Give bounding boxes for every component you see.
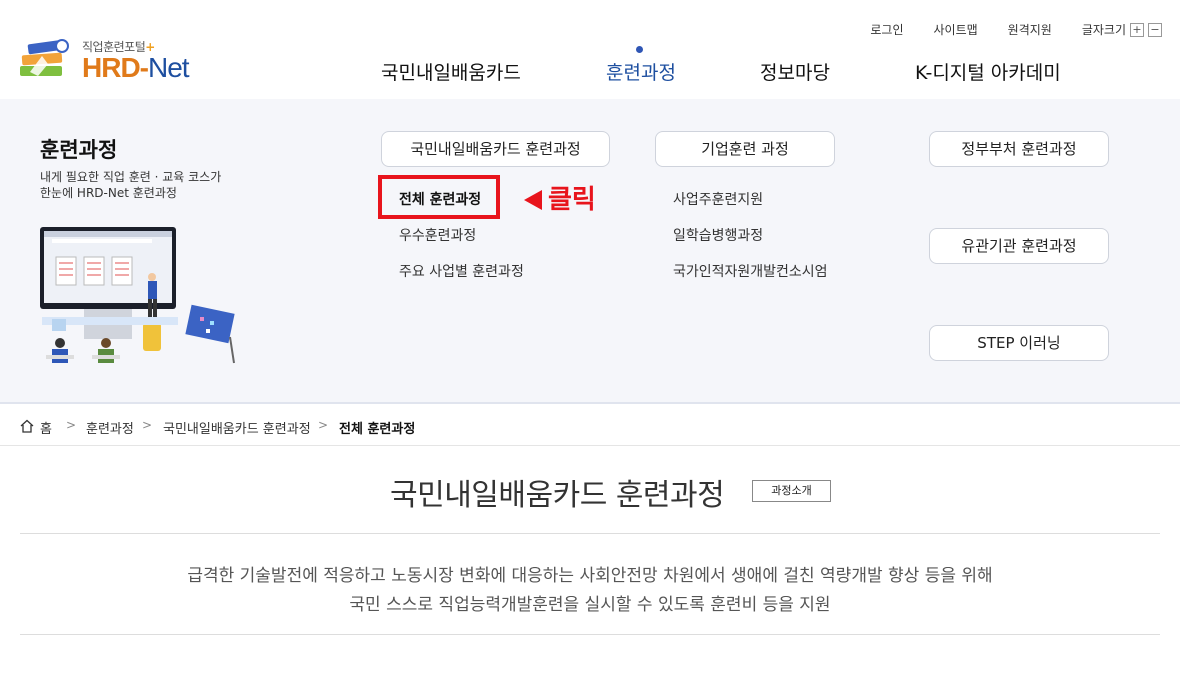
utility-menu: 로그인 사이트맵 원격지원 글자크기 + − <box>840 21 1162 38</box>
consortium-link[interactable]: 국가인적자원개발컨소시엄 <box>673 261 828 281</box>
government-course-button[interactable]: 정부부처 훈련과정 <box>929 131 1109 167</box>
breadcrumb-home[interactable]: 홈 <box>40 418 52 437</box>
mega-menu-title: 훈련과정 <box>40 138 118 162</box>
excellent-training-course-link[interactable]: 우수훈련과정 <box>399 225 476 245</box>
breadcrumb-training[interactable]: 훈련과정 <box>86 418 134 437</box>
training-mega-menu: 훈련과정 내게 필요한 직업 훈련 · 교육 코스가 한눈에 HRD-Net 훈… <box>0 99 1180 404</box>
click-annotation: 클릭 <box>548 185 596 215</box>
nav-naeil-card[interactable]: 국민내일배움카드 <box>381 58 521 85</box>
breadcrumb-naeil-card[interactable]: 국민내일배움카드 훈련과정 <box>163 418 311 437</box>
breadcrumb: 홈 > 훈련과정 > 국민내일배움카드 훈련과정 > 전체 훈련과정 <box>0 406 1180 446</box>
chevron-right-icon: > <box>66 418 77 432</box>
page-title: 국민내일배움카드 훈련과정 <box>390 478 725 513</box>
description-line-1: 급격한 기술발전에 적응하고 노동시장 변화에 대응하는 사회안전망 차원에서 … <box>187 566 993 586</box>
highlight-box <box>378 175 500 219</box>
remote-support-link[interactable]: 원격지원 <box>1008 21 1052 38</box>
training-illustration <box>40 227 235 364</box>
chevron-right-icon: > <box>142 418 153 432</box>
site-header: 직업훈련포털+ HRD-Net 로그인 사이트맵 원격지원 글자크기 + − 국… <box>0 0 1180 99</box>
major-business-course-link[interactable]: 주요 사업별 훈련과정 <box>399 261 524 281</box>
sitemap-link[interactable]: 사이트맵 <box>933 21 977 38</box>
font-size-increase-button[interactable]: + <box>1130 22 1144 37</box>
active-menu-indicator <box>636 46 643 53</box>
naeil-card-course-header[interactable]: 국민내일배움카드 훈련과정 <box>381 131 610 167</box>
breadcrumb-current: 전체 훈련과정 <box>339 422 416 437</box>
corporate-training-header[interactable]: 기업훈련 과정 <box>655 131 835 167</box>
main-navigation: 국민내일배움카드 훈련과정 정보마당 K-디지털 아카데미 <box>0 58 1180 88</box>
divider <box>20 533 1160 534</box>
home-icon[interactable] <box>20 419 34 433</box>
arrow-left-icon <box>524 190 542 210</box>
related-agency-course-button[interactable]: 유관기관 훈련과정 <box>929 228 1109 264</box>
step-elearning-button[interactable]: STEP 이러닝 <box>929 325 1109 361</box>
employer-training-link[interactable]: 사업주훈련지원 <box>673 189 763 209</box>
course-intro-button[interactable]: 과정소개 <box>752 480 831 502</box>
font-size-label: 글자크기 <box>1081 23 1126 37</box>
chevron-right-icon: > <box>318 418 329 432</box>
font-size-decrease-button[interactable]: − <box>1148 22 1162 37</box>
login-link[interactable]: 로그인 <box>870 21 903 38</box>
divider <box>20 634 1160 635</box>
work-study-course-link[interactable]: 일학습병행과정 <box>673 225 763 245</box>
nav-k-digital-academy[interactable]: K-디지털 아카데미 <box>915 58 1061 85</box>
description-line-2: 국민 스스로 직업능력개발훈련을 실시할 수 있도록 훈련비 등을 지원 <box>349 595 831 615</box>
nav-training-course[interactable]: 훈련과정 <box>606 58 676 85</box>
nav-info[interactable]: 정보마당 <box>760 58 830 85</box>
mega-menu-description: 내게 필요한 직업 훈련 · 교육 코스가 한눈에 HRD-Net 훈련과정 <box>40 170 222 200</box>
